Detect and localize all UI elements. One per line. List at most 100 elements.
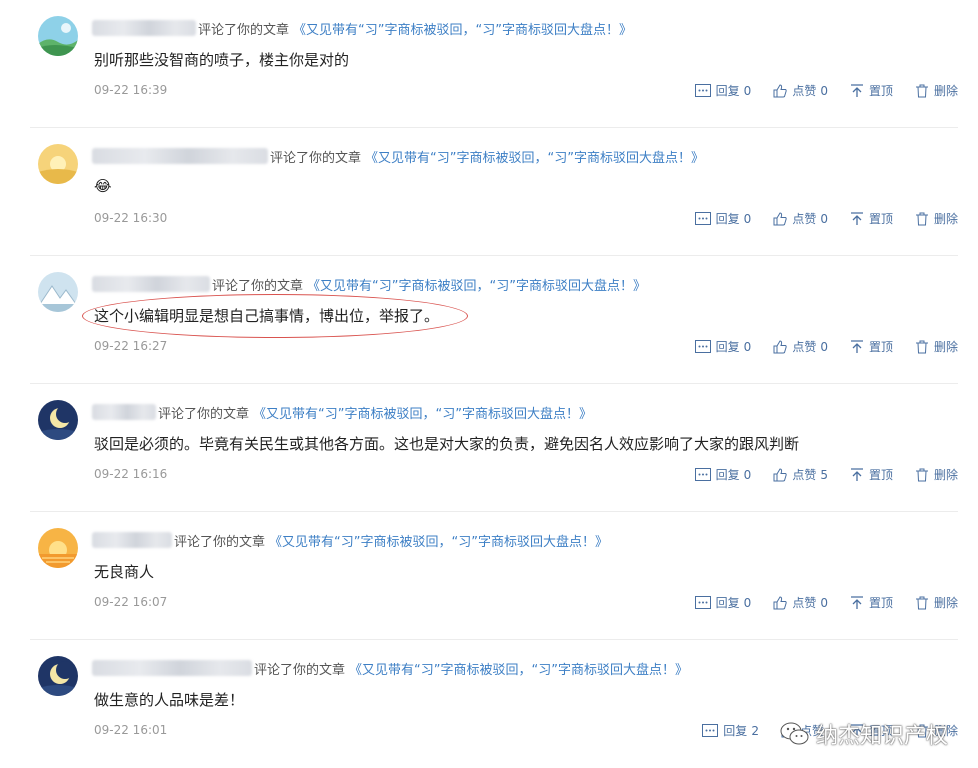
pin-top-icon (850, 467, 863, 481)
watermark-text: 纳杰知识产权 (815, 724, 948, 749)
pin-button[interactable]: 置顶 (850, 210, 893, 227)
comment-actions: 回复 0 点赞 5 置顶 删除 (673, 466, 958, 483)
moon-avatar[interactable] (38, 656, 78, 696)
commented-text: 评论了你的文章 (158, 406, 250, 422)
comment-item: 评论了你的文章 《又见带有“习”字商标被驳回，“习”字商标驳回大盘点！》 😂 0… (0, 128, 978, 256)
comment-item: 评论了你的文章 《又见带有“习”字商标被驳回，“习”字商标驳回大盘点！》 别听那… (0, 0, 978, 128)
like-button[interactable]: 点赞 0 (773, 82, 828, 99)
article-link[interactable]: 《又见带有“习”字商标被驳回，“习”字商标驳回大盘点！》 (253, 403, 592, 422)
article-link[interactable]: 《又见带有“习”字商标被驳回，“习”字商标驳回大盘点！》 (365, 147, 704, 166)
pin-button[interactable]: 置顶 (850, 338, 893, 355)
reply-button[interactable]: 回复 0 (694, 466, 752, 483)
reply-count: 0 (743, 339, 752, 354)
like-count: 0 (820, 211, 828, 226)
sunset-avatar[interactable] (38, 528, 78, 568)
pin-button[interactable]: 置顶 (850, 466, 893, 483)
pin-button[interactable]: 置顶 (850, 594, 893, 611)
delete-button[interactable]: 删除 (915, 466, 958, 483)
thumbs-up-icon (773, 83, 787, 97)
reply-button[interactable]: 回复 0 (694, 82, 751, 99)
pin-top-icon (850, 83, 863, 97)
like-label: 点赞 (792, 468, 817, 482)
comment-item: 评论了你的文章 《又见带有“习”字商标被驳回，“习”字商标驳回大盘点！》 无良商… (0, 512, 978, 640)
reply-button[interactable]: 回复 0 (694, 338, 752, 355)
trash-icon (915, 596, 928, 609)
article-link[interactable]: 《又见带有“习”字商标被驳回，“习”字商标驳回大盘点！》 (269, 531, 608, 550)
like-button[interactable]: 点赞 5 (773, 466, 828, 483)
blurred-username (92, 20, 196, 36)
article-link[interactable]: 《又见带有“习”字商标被驳回，“习”字商标驳回大盘点！》 (293, 19, 632, 38)
comment-content: 做生意的人品味是差！ (94, 691, 245, 709)
meadow-avatar[interactable] (38, 16, 78, 56)
highlight-ellipse (82, 294, 468, 338)
like-label: 点赞 (792, 340, 817, 354)
moon-avatar[interactable] (38, 400, 78, 440)
pin-button[interactable]: 置顶 (850, 82, 893, 99)
like-button[interactable]: 点赞 0 (773, 594, 828, 611)
delete-label: 删除 (933, 340, 958, 354)
comment-actions: 回复 0 点赞 0 置顶 删除 (673, 82, 958, 99)
like-button[interactable]: 点赞 0 (773, 210, 828, 227)
reply-count: 0 (743, 467, 752, 482)
delete-button[interactable]: 删除 (915, 210, 958, 227)
like-label: 点赞 (792, 84, 817, 98)
reply-count: 2 (751, 723, 759, 738)
reply-label: 回复 (723, 724, 748, 738)
delete-button[interactable]: 删除 (915, 338, 958, 355)
reply-button[interactable]: 回复 0 (694, 210, 752, 227)
commented-text: 评论了你的文章 (174, 534, 266, 550)
comment-header: 评论了你的文章 《又见带有“习”字商标被驳回，“习”字商标驳回大盘点！》 (92, 18, 632, 38)
comment-content: 😂 (94, 177, 112, 195)
comment-header: 评论了你的文章 《又见带有“习”字商标被驳回，“习”字商标驳回大盘点！》 (92, 402, 592, 422)
reply-label: 回复 (715, 212, 740, 226)
article-link[interactable]: 《又见带有“习”字商标被驳回，“习”字商标驳回大盘点！》 (349, 659, 688, 678)
like-label: 点赞 (792, 212, 817, 226)
reply-label: 回复 (715, 596, 740, 610)
pin-label: 置顶 (868, 340, 893, 354)
pin-label: 置顶 (868, 596, 893, 610)
delete-label: 删除 (933, 468, 958, 482)
trash-icon (915, 468, 928, 481)
sunset-avatar[interactable] (38, 144, 78, 184)
comment-header: 评论了你的文章 《又见带有“习”字商标被驳回，“习”字商标驳回大盘点！》 (92, 274, 646, 294)
blurred-username (92, 404, 156, 420)
comment-time: 09-22 16:27 (94, 339, 168, 353)
comment-time: 09-22 16:16 (94, 467, 168, 481)
like-count: 0 (820, 83, 828, 98)
pin-label: 置顶 (868, 212, 893, 226)
like-label: 点赞 (792, 596, 817, 610)
comment-time: 09-22 16:30 (94, 211, 168, 225)
commented-text: 评论了你的文章 (270, 150, 362, 166)
reply-label: 回复 (715, 340, 740, 354)
commented-text: 评论了你的文章 (212, 278, 304, 294)
pin-top-icon (850, 339, 863, 353)
comment-time: 09-22 16:07 (94, 595, 168, 609)
delete-button[interactable]: 删除 (915, 82, 958, 99)
like-count: 0 (820, 595, 828, 610)
article-link[interactable]: 《又见带有“习”字商标被驳回，“习”字商标驳回大盘点！》 (307, 275, 646, 294)
thumbs-up-icon (773, 211, 787, 225)
comment-header: 评论了你的文章 《又见带有“习”字商标被驳回，“习”字商标驳回大盘点！》 (92, 146, 704, 166)
reply-count: 0 (743, 211, 752, 226)
reply-button[interactable]: 回复 0 (694, 594, 751, 611)
mountain-avatar[interactable] (38, 272, 78, 312)
trash-icon (915, 212, 928, 225)
reply-icon (694, 339, 711, 353)
commented-text: 评论了你的文章 (254, 662, 346, 678)
trash-icon (915, 84, 928, 97)
pin-label: 置顶 (868, 84, 893, 98)
pin-top-icon (850, 595, 863, 609)
blurred-username (92, 148, 268, 164)
reply-icon (694, 83, 711, 97)
reply-button[interactable]: 回复 2 (702, 722, 759, 739)
delete-button[interactable]: 删除 (915, 594, 958, 611)
trash-icon (915, 340, 928, 353)
like-count: 0 (820, 339, 828, 354)
delete-label: 删除 (933, 596, 958, 610)
wechat-icon (780, 722, 809, 745)
pin-label: 置顶 (868, 468, 893, 482)
like-button[interactable]: 点赞 0 (773, 338, 828, 355)
pin-top-icon (850, 211, 863, 225)
reply-label: 回复 (715, 84, 740, 98)
comment-content: 无良商人 (94, 563, 155, 581)
